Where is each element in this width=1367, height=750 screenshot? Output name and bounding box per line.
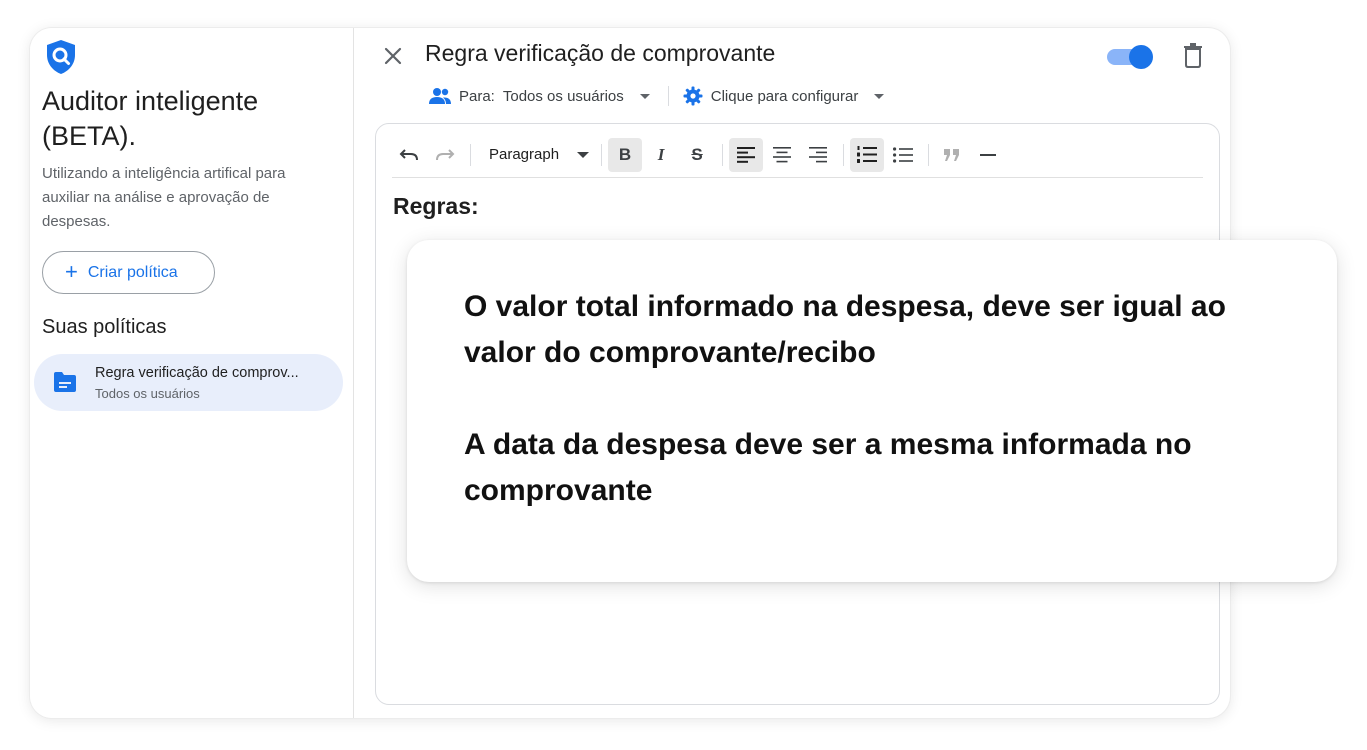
policy-enabled-toggle[interactable] [1107, 42, 1153, 70]
redo-button[interactable] [428, 138, 462, 172]
policies-section-title: Suas políticas [42, 316, 167, 338]
create-policy-button[interactable]: + Criar política [42, 251, 215, 294]
bold-icon: B [618, 144, 632, 164]
app-description: Utilizando a inteligência artifical para… [42, 165, 286, 230]
audience-value: Todos os usuários [502, 87, 624, 105]
audience-selector[interactable]: Para: Todos os usuários [429, 87, 650, 105]
policy-list-item[interactable]: Regra verificação de comprov... Todos os… [34, 354, 343, 411]
bulleted-list-icon [893, 146, 914, 163]
create-policy-label: Criar política [87, 263, 178, 281]
redo-icon [436, 148, 455, 160]
plus-icon: + [65, 258, 78, 284]
bold-button[interactable]: B [608, 137, 643, 172]
shield-search-icon [47, 40, 75, 74]
numbered-list-button[interactable] [850, 137, 885, 172]
toolbar-divider [722, 143, 724, 166]
divider [667, 86, 669, 106]
toolbar-divider [470, 143, 471, 166]
undo-icon [399, 148, 418, 160]
chevron-down-icon [577, 151, 590, 158]
align-center-icon [773, 146, 792, 162]
strikethrough-icon: S [691, 144, 703, 164]
gear-icon [683, 86, 703, 106]
undo-button[interactable] [392, 138, 426, 172]
folder-icon [54, 372, 76, 392]
app-title: Auditor inteligente (BETA). [42, 86, 259, 151]
rule-text: O valor total informado na despesa, deve… [464, 290, 1226, 369]
chevron-down-icon [639, 93, 650, 99]
bulleted-list-button[interactable] [886, 138, 920, 172]
toggle-knob [1129, 45, 1153, 69]
toolbar-divider [601, 143, 603, 166]
align-right-icon [809, 146, 828, 162]
editor-toolbar: Paragraph B I S [392, 132, 1203, 178]
italic-icon: I [657, 144, 665, 164]
strikethrough-button[interactable]: S [680, 138, 714, 172]
align-left-icon [737, 146, 756, 163]
paragraph-style-select[interactable]: Paragraph [477, 138, 595, 172]
horizontal-rule-icon [980, 153, 997, 156]
users-icon [429, 88, 451, 104]
horizontal-rule-button[interactable] [971, 138, 1005, 172]
align-left-button[interactable] [729, 137, 764, 172]
quote-icon [944, 148, 960, 161]
rule-text: A data da despesa deve ser a mesma infor… [464, 428, 1192, 507]
toolbar-divider [928, 143, 930, 166]
configure-selector[interactable]: Clique para configurar [683, 86, 885, 106]
numbered-list-icon [857, 146, 878, 163]
rules-callout-card: O valor total informado na despesa, deve… [407, 240, 1337, 582]
policy-subtitle: Todos os usuários [95, 386, 200, 401]
align-right-button[interactable] [801, 138, 835, 172]
policy-title: Regra verificação de comprov... [95, 365, 299, 381]
sidebar: Auditor inteligente (BETA). Utilizando a… [30, 28, 354, 718]
chevron-down-icon [874, 93, 885, 99]
policy-settings-row: Para: Todos os usuários Clique para conf… [429, 83, 885, 109]
paragraph-style-value: Paragraph [489, 146, 560, 163]
rules-heading: Regras: [393, 193, 479, 219]
audience-label: Para: [459, 87, 495, 105]
toolbar-divider [843, 143, 845, 166]
trash-icon[interactable] [1181, 42, 1205, 68]
align-center-button[interactable] [765, 138, 799, 172]
italic-button[interactable]: I [644, 138, 678, 172]
configure-label: Clique para configurar [710, 87, 859, 105]
policy-editor-title: Regra verificação de comprovante [425, 40, 776, 66]
quote-button[interactable] [935, 138, 969, 172]
close-icon[interactable] [379, 42, 407, 70]
